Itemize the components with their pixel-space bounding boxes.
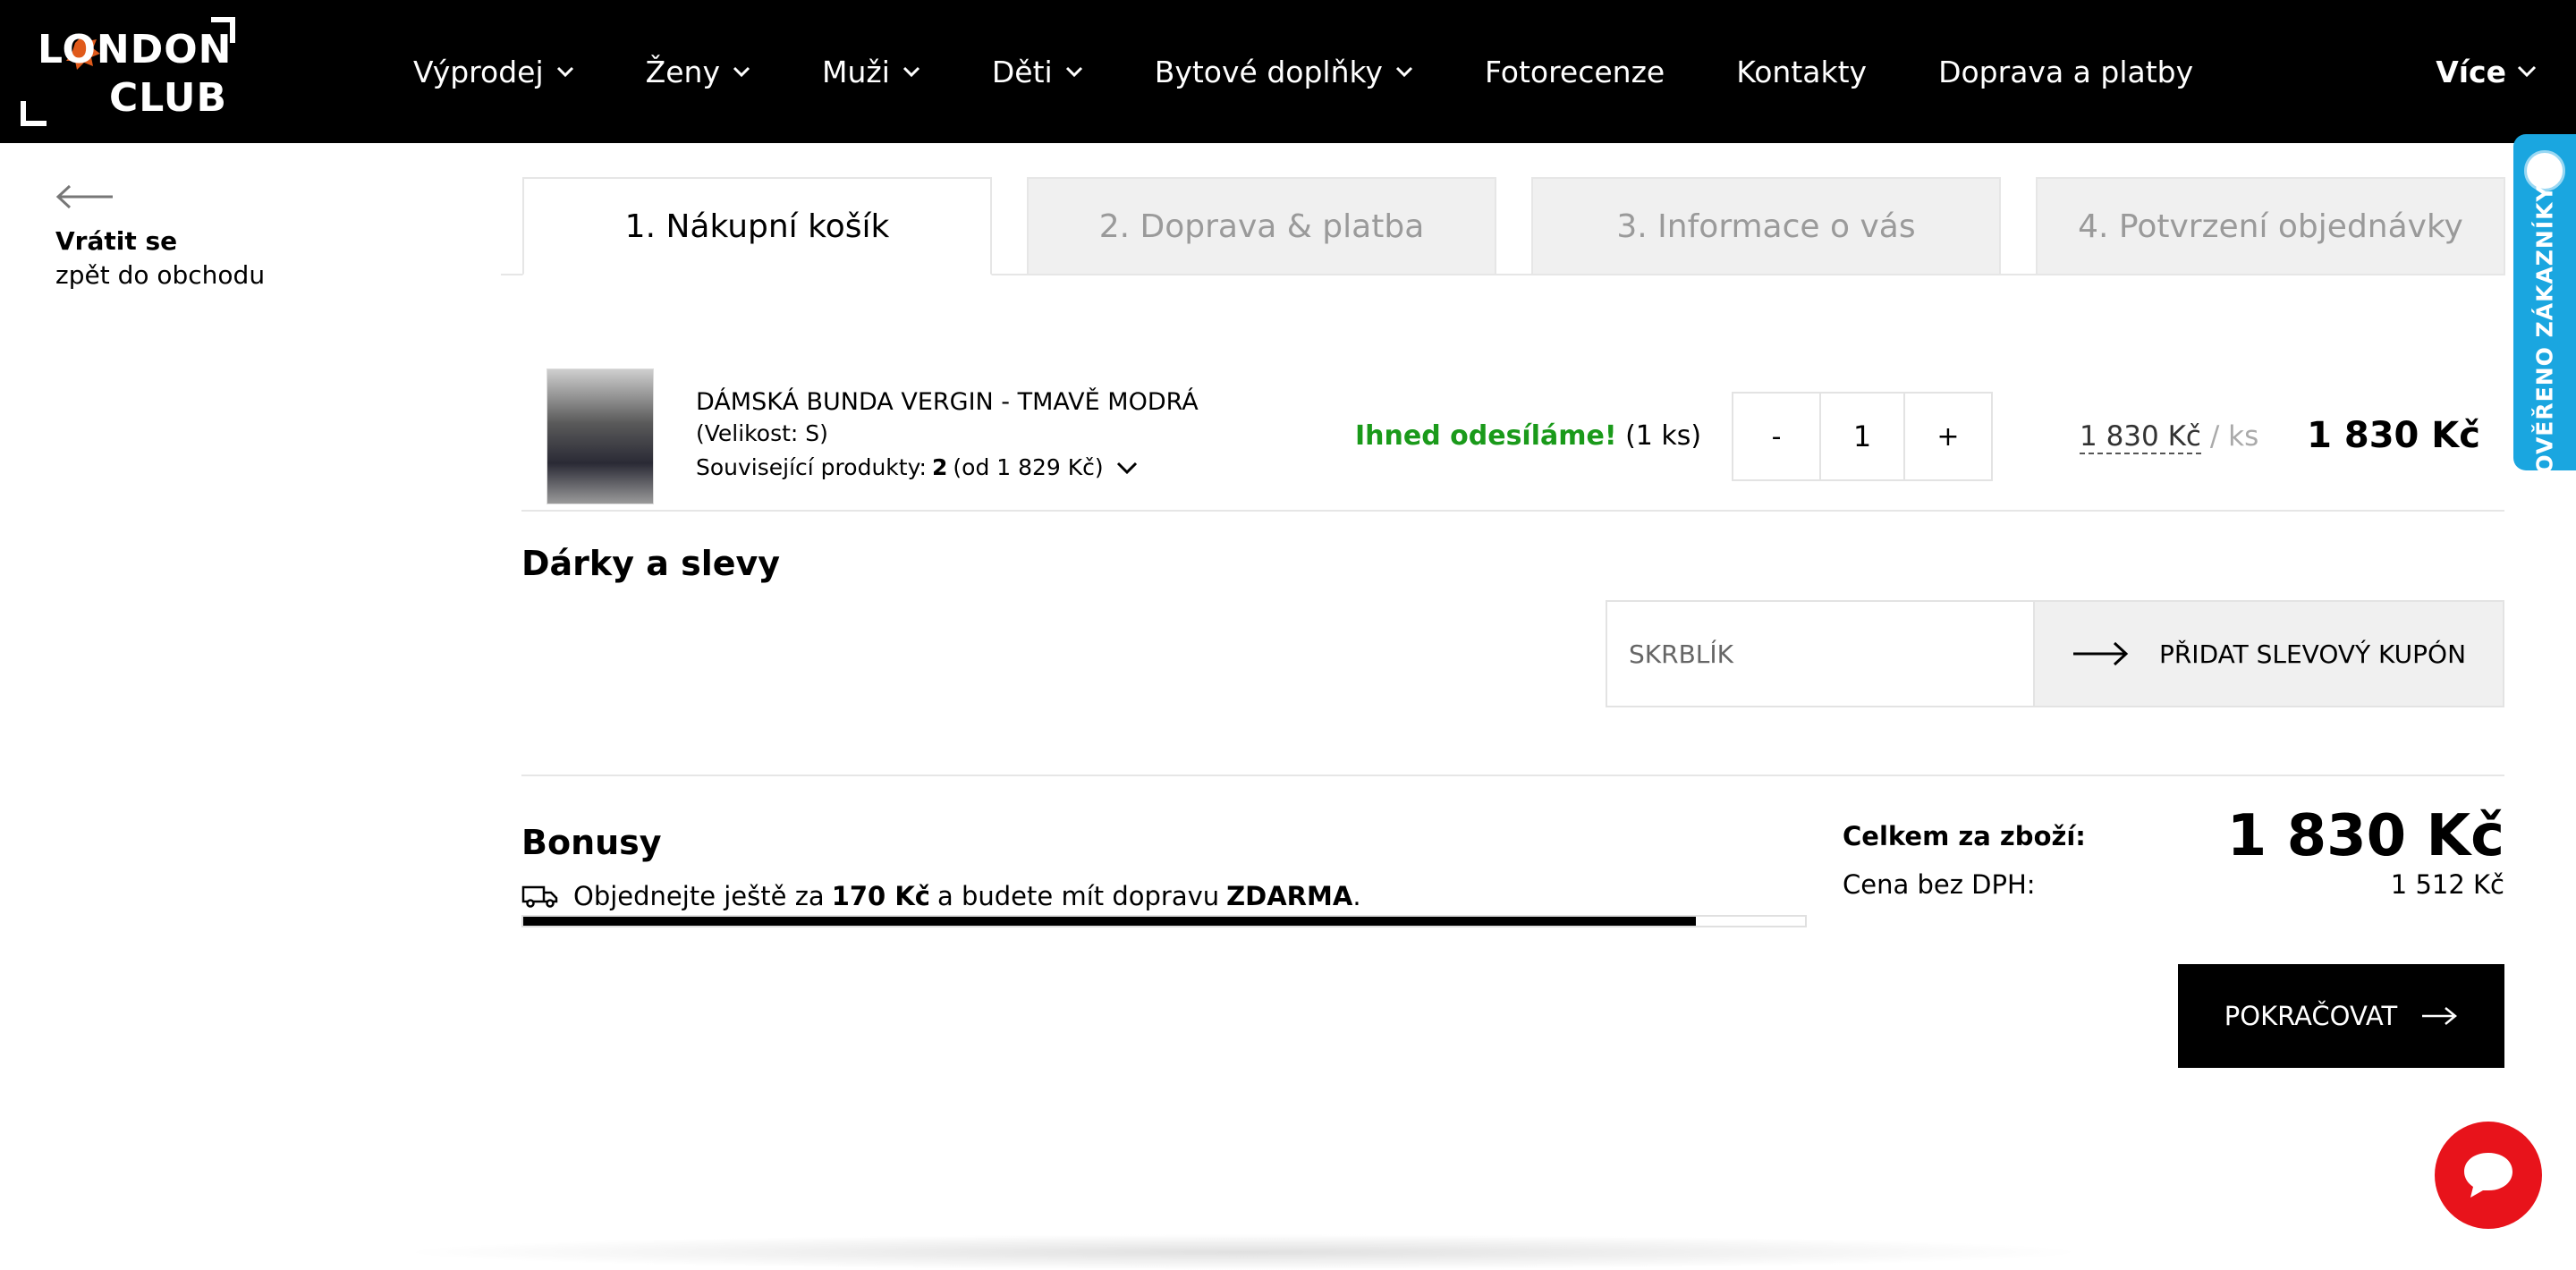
chevron-down-icon [1065,66,1082,77]
nav-more-label: Více [2436,54,2506,89]
coupon-input[interactable] [1607,602,2035,706]
nav-item-label: Fotorecenze [1484,54,1665,89]
bonus-msg-middle: a budete mít dopravu [936,881,1220,911]
line-total: 1 830 Kč [2307,415,2480,456]
continue-button[interactable]: POKRAČOVAT [2178,964,2504,1068]
goods-total-label: Celkem za zboží: [1843,821,2086,851]
nav-item-kids[interactable]: Děti [992,55,1083,89]
unit-price: 1 830 Kč / ks [2080,420,2259,454]
nav-item-label: Ženy [645,54,720,89]
nav-item-label: Děti [991,54,1053,89]
chevron-down-icon [1395,66,1413,77]
bonus-msg-before: Objednejte ještě za [573,881,825,911]
related-count: 2 [931,454,948,480]
nav-item-home-decor[interactable]: Bytové doplňky [1155,55,1413,89]
nav-item-label: Doprava a platby [1938,54,2194,89]
nav-more[interactable]: Více [2436,0,2537,143]
add-coupon-button[interactable]: PŘIDAT SLEVOVÝ KUPÓN [2035,602,2503,706]
back-title: Vrátit se [55,226,178,256]
nav-item-contacts[interactable]: Kontakty [1736,55,1867,89]
stock-status: Ihned odesíláme! (1 ks) [1355,420,1701,452]
cart-item-row: DÁMSKÁ BUNDA VERGIN - TMAVĚ MODRÁ (Velik… [521,368,2503,512]
qty-decrease-button[interactable]: - [1733,394,1819,479]
chevron-down-icon [2517,65,2537,78]
logo-text-line1: LONDON [38,27,233,72]
checkout-steps: 1. Nákupní košík 2. Doprava & platba 3. … [501,177,2505,275]
product-name[interactable]: DÁMSKÁ BUNDA VERGIN - TMAVĚ MODRÁ [696,388,1199,416]
unit-price-suffix: / ks [2209,420,2259,453]
bonus-msg-free: ZDARMA [1226,881,1353,911]
arrow-right-icon [2072,641,2129,666]
continue-label: POKRAČOVAT [2224,1001,2398,1031]
related-from: (od 1 829 Kč) [953,454,1104,480]
back-subtitle: zpět do obchodu [55,260,266,290]
nav-item-label: Muži [821,54,890,89]
price-without-vat-value: 1 512 Kč [2390,869,2504,900]
footer-shadow [394,1234,2093,1270]
tab-order-confirmation[interactable]: 4. Potvrzení objednávky [2036,177,2505,275]
product-size: (Velikost: S) [696,420,828,446]
stock-qty: (1 ks) [1625,420,1702,452]
back-to-shop-link[interactable]: Vrátit se zpět do obchodu [55,183,306,292]
quantity-stepper: - 1 + [1732,392,1993,481]
progress-fill [523,917,1697,926]
arrow-left-icon [55,184,113,209]
main-nav: Výprodej Ženy Muži Děti Bytové doplňky Fotore… [413,0,2265,143]
price-without-vat-label: Cena bez DPH: [1843,869,2036,900]
goods-total-value: 1 830 Kč [2226,803,2504,869]
nav-item-shipping-payments[interactable]: Doprava a platby [1938,55,2193,89]
nav-item-photo-reviews[interactable]: Fotorecenze [1485,55,1665,89]
free-shipping-progress [521,915,1807,927]
chat-button[interactable] [2435,1122,2542,1229]
bonus-msg-end: . [1352,881,1361,911]
truck-icon [521,885,558,908]
divider [521,775,2504,776]
site-logo[interactable]: LONDON CLUB [20,16,239,128]
chat-bubble-icon [2464,1153,2512,1198]
site-header: LONDON CLUB Výprodej Ženy Muži Děti Bytové d… [0,0,2576,143]
free-shipping-message: Objednejte ještě za 170 Kč a budete mít … [521,881,1361,911]
chevron-down-icon [556,66,573,77]
nav-item-sale[interactable]: Výprodej [413,55,574,89]
bonus-title: Bonusy [521,823,662,862]
verified-label: OVĚŘENO ZÁKAZNÍKY [2531,184,2558,474]
related-label: Související produkty: [696,454,927,480]
nav-item-women[interactable]: Ženy [646,55,750,89]
product-image[interactable] [547,368,654,504]
chevron-down-icon [902,66,919,77]
tab-shipping-payment[interactable]: 2. Doprava & platba [1027,177,1496,275]
nav-item-men[interactable]: Muži [822,55,920,89]
chevron-down-icon [733,66,750,77]
tab-cart[interactable]: 1. Nákupní košík [522,177,992,275]
bonus-msg-amount: 170 Kč [831,881,930,911]
coupon-form: PŘIDAT SLEVOVÝ KUPÓN [1606,600,2504,707]
qty-value[interactable]: 1 [1819,394,1905,479]
gifts-title: Dárky a slevy [521,544,781,583]
qty-increase-button[interactable]: + [1905,394,1991,479]
unit-price-value: 1 830 Kč [2080,420,2201,454]
related-products-toggle[interactable]: Související produkty: 2 (od 1 829 Kč) [696,454,1138,480]
chevron-down-icon [1116,461,1137,474]
logo-text-line2: CLUB [109,75,228,121]
stock-status-label: Ihned odesíláme! [1355,420,1617,452]
nav-item-label: Kontakty [1736,54,1868,89]
nav-item-label: Bytové doplňky [1154,54,1383,89]
add-coupon-label: PŘIDAT SLEVOVÝ KUPÓN [2158,639,2467,669]
divider [521,510,2504,512]
nav-item-label: Výprodej [413,54,544,89]
verified-by-customers-badge[interactable]: OVĚŘENO ZÁKAZNÍKY [2513,134,2576,474]
arrow-right-icon [2422,1007,2458,1025]
tab-customer-info[interactable]: 3. Informace o vás [1531,177,2001,275]
